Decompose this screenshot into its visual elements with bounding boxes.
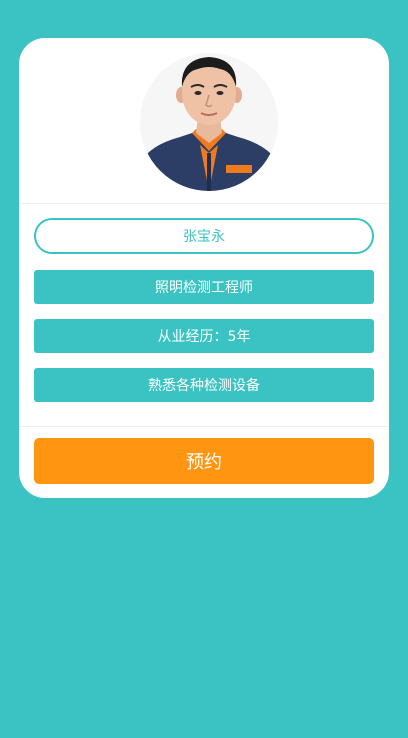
book-button[interactable]: 预约 — [34, 438, 374, 484]
avatar-section — [19, 38, 389, 203]
technician-photo — [140, 53, 278, 191]
divider-bottom — [19, 426, 389, 427]
technician-card: 张宝永 照明检测工程师 从业经历：5年 熟悉各种检测设备 预约 — [19, 38, 389, 498]
divider-top — [19, 203, 389, 204]
technician-skill: 熟悉各种检测设备 — [34, 368, 374, 402]
technician-title: 照明检测工程师 — [34, 270, 374, 304]
technician-experience: 从业经历：5年 — [34, 319, 374, 353]
technician-name: 张宝永 — [34, 218, 374, 254]
avatar — [140, 53, 278, 191]
